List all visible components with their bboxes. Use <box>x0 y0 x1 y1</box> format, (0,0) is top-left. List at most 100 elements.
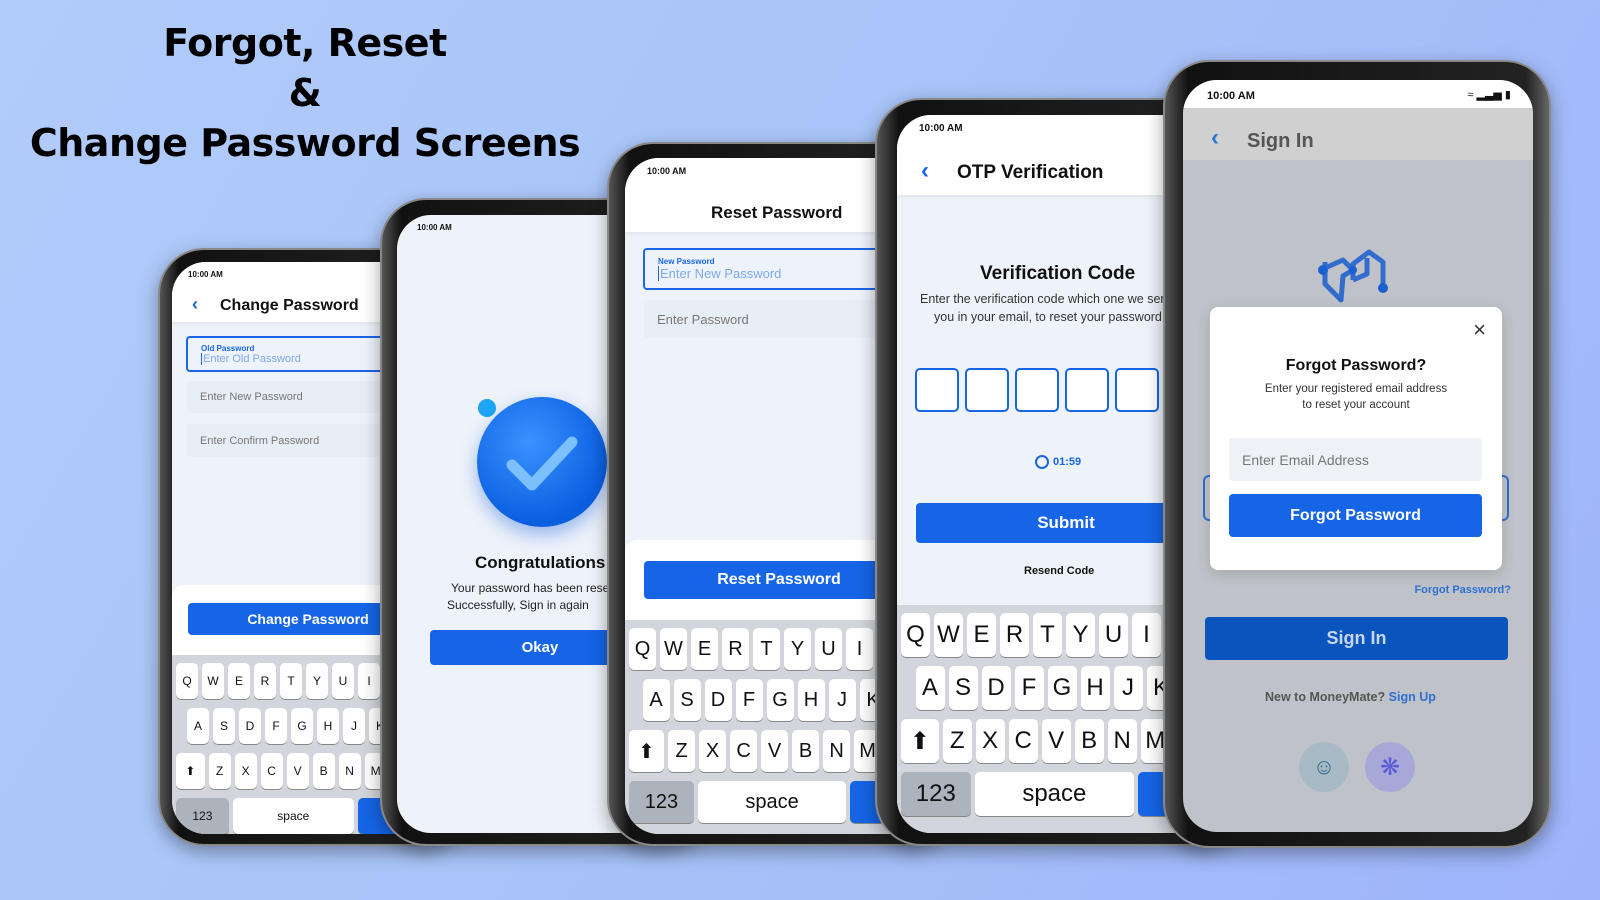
key-r[interactable]: R <box>1000 613 1029 657</box>
key-x[interactable]: X <box>975 719 1005 763</box>
key-x[interactable]: X <box>699 730 727 772</box>
back-icon[interactable]: ‹ <box>1211 124 1219 152</box>
key-q[interactable]: Q <box>901 613 930 657</box>
key-z[interactable]: Z <box>942 719 972 763</box>
key-g[interactable]: G <box>1047 666 1077 710</box>
modal-text: to reset your account <box>1302 399 1410 411</box>
key-w[interactable]: W <box>202 663 224 699</box>
key-y[interactable]: Y <box>306 663 328 699</box>
otp-digit-input[interactable] <box>1015 368 1059 412</box>
key-w[interactable]: W <box>934 613 963 657</box>
key-d[interactable]: D <box>239 708 261 744</box>
otp-digit-input[interactable] <box>965 368 1009 412</box>
key-h[interactable]: H <box>317 708 339 744</box>
key-f[interactable]: F <box>1014 666 1044 710</box>
sign-up-link[interactable]: Sign Up <box>1389 690 1436 704</box>
key-g[interactable]: G <box>766 679 794 721</box>
key-a[interactable]: A <box>915 666 945 710</box>
key-c[interactable]: C <box>730 730 758 772</box>
field-placeholder: Enter Password <box>657 311 749 327</box>
field-label: Old Password <box>201 343 255 353</box>
key-q[interactable]: Q <box>629 628 656 670</box>
space-key[interactable]: space <box>697 781 847 823</box>
key-a[interactable]: A <box>642 679 670 721</box>
key-n[interactable]: N <box>338 753 361 789</box>
key-i[interactable]: I <box>1132 613 1161 657</box>
key-j[interactable]: J <box>343 708 365 744</box>
banner-line: Forgot, Reset <box>163 21 447 65</box>
space-key[interactable]: space <box>232 798 354 834</box>
clock-icon <box>1035 455 1049 469</box>
key-j[interactable]: J <box>828 679 856 721</box>
key-u[interactable]: U <box>332 663 354 699</box>
numbers-key[interactable]: 123 <box>176 798 229 834</box>
key-d[interactable]: D <box>981 666 1011 710</box>
back-icon[interactable]: ‹ <box>192 294 198 315</box>
key-t[interactable]: T <box>280 663 302 699</box>
key-u[interactable]: U <box>815 628 842 670</box>
key-s[interactable]: S <box>948 666 978 710</box>
key-b[interactable]: B <box>312 753 335 789</box>
key-c[interactable]: C <box>260 753 283 789</box>
shift-key-icon[interactable]: ⬆ <box>901 719 939 763</box>
numbers-key[interactable]: 123 <box>629 781 694 823</box>
shift-key-icon[interactable]: ⬆ <box>176 753 205 789</box>
shift-key-icon[interactable]: ⬆ <box>629 730 665 772</box>
key-s[interactable]: S <box>213 708 235 744</box>
numbers-key[interactable]: 123 <box>901 772 971 816</box>
key-i[interactable]: I <box>846 628 873 670</box>
email-input[interactable]: Enter Email Address <box>1229 438 1482 481</box>
key-y[interactable]: Y <box>1066 613 1095 657</box>
page-title: Sign In <box>1247 130 1314 152</box>
reset-password-button[interactable]: Reset Password <box>644 561 914 599</box>
key-b[interactable]: B <box>1074 719 1104 763</box>
key-e[interactable]: E <box>228 663 250 699</box>
key-v[interactable]: V <box>761 730 789 772</box>
key-y[interactable]: Y <box>784 628 811 670</box>
key-z[interactable]: Z <box>668 730 696 772</box>
key-v[interactable]: V <box>286 753 309 789</box>
key-n[interactable]: N <box>1107 719 1137 763</box>
otp-digit-input[interactable] <box>1115 368 1159 412</box>
forgot-password-link[interactable]: Forgot Password? <box>1414 584 1511 596</box>
key-t[interactable]: T <box>1033 613 1062 657</box>
key-t[interactable]: T <box>753 628 780 670</box>
key-e[interactable]: E <box>967 613 996 657</box>
key-e[interactable]: E <box>691 628 718 670</box>
otp-digit-input[interactable] <box>915 368 959 412</box>
key-f[interactable]: F <box>735 679 763 721</box>
key-r[interactable]: R <box>722 628 749 670</box>
key-s[interactable]: S <box>673 679 701 721</box>
resend-code-link[interactable]: Resend Code <box>1024 565 1094 577</box>
key-a[interactable]: A <box>187 708 209 744</box>
otp-digit-input[interactable] <box>1065 368 1109 412</box>
key-z[interactable]: Z <box>208 753 231 789</box>
key-u[interactable]: U <box>1099 613 1128 657</box>
key-f[interactable]: F <box>265 708 287 744</box>
close-icon[interactable]: × <box>1473 317 1486 343</box>
status-time: 10:00 AM <box>647 166 687 176</box>
key-w[interactable]: W <box>660 628 687 670</box>
key-h[interactable]: H <box>797 679 825 721</box>
key-i[interactable]: I <box>358 663 380 699</box>
key-x[interactable]: X <box>234 753 257 789</box>
key-g[interactable]: G <box>291 708 313 744</box>
key-v[interactable]: V <box>1041 719 1071 763</box>
space-key[interactable]: space <box>974 772 1135 816</box>
sign-in-button[interactable]: Sign In <box>1205 617 1508 660</box>
key-b[interactable]: B <box>792 730 820 772</box>
status-time: 10:00 AM <box>417 223 452 232</box>
key-r[interactable]: R <box>254 663 276 699</box>
fingerprint-button[interactable]: ❋ <box>1365 742 1415 792</box>
key-j[interactable]: J <box>1113 666 1143 710</box>
congrats-title: Congratulations <box>475 553 606 572</box>
forgot-password-button[interactable]: Forgot Password <box>1229 494 1482 537</box>
key-c[interactable]: C <box>1008 719 1038 763</box>
key-n[interactable]: N <box>823 730 851 772</box>
key-q[interactable]: Q <box>176 663 198 699</box>
face-id-button[interactable]: ☺ <box>1299 742 1349 792</box>
key-h[interactable]: H <box>1080 666 1110 710</box>
timer: 01:59 <box>1035 455 1081 469</box>
key-d[interactable]: D <box>704 679 732 721</box>
back-icon[interactable]: ‹ <box>921 157 929 185</box>
